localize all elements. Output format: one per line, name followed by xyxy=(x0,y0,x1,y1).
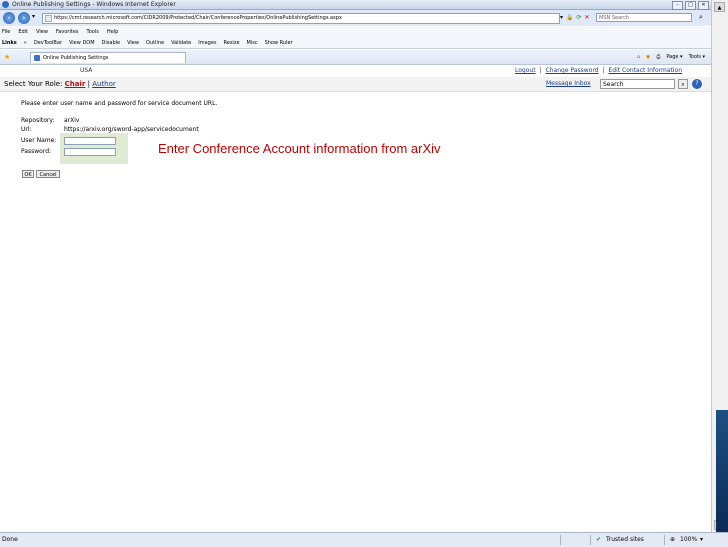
tab-title: Online Publishing Settings xyxy=(43,55,109,61)
links-bar: Links » DevToolBar View DOM Disable View… xyxy=(0,38,711,49)
status-divider xyxy=(664,535,665,545)
favicon-icon xyxy=(34,55,40,61)
link-images[interactable]: Images xyxy=(198,38,216,48)
desktop-background xyxy=(716,410,728,532)
status-bar: Done ✔ Trusted sites ⊕ 100% ▾ xyxy=(0,532,728,547)
role-bar: Select Your Role: Chair | Author Message… xyxy=(0,77,711,92)
stop-icon[interactable]: ✕ xyxy=(585,13,590,22)
menu-help[interactable]: Help xyxy=(107,27,118,38)
link-validate[interactable]: Validate xyxy=(171,38,191,48)
message-inbox-link[interactable]: Message Inbox xyxy=(546,80,591,88)
location-text: USA xyxy=(80,67,93,74)
role-chair-link[interactable]: Chair xyxy=(65,80,86,88)
zoom-dropdown-icon[interactable]: ▾ xyxy=(700,536,703,544)
forward-arrow-icon[interactable]: › xyxy=(18,12,30,24)
home-icon[interactable]: ⌂ xyxy=(637,52,640,62)
feeds-icon[interactable]: ◉ xyxy=(646,52,650,62)
username-label: User Name: xyxy=(21,137,57,144)
link-outline[interactable]: Outline xyxy=(146,38,164,48)
link-view-dom[interactable]: View DOM xyxy=(69,38,95,48)
instructions-text: Please enter user name and password for … xyxy=(21,100,218,107)
tab-row: ★ Online Publishing Settings ⌂ ◉ ⎙ Page … xyxy=(0,50,711,65)
separator: | xyxy=(539,67,542,74)
address-url: https://cmt.research.microsoft.com/CIDR2… xyxy=(54,15,342,21)
links-chevron-icon[interactable]: » xyxy=(24,38,27,48)
menu-favorites[interactable]: Favorites xyxy=(56,27,79,38)
address-toolbar: ‹ › ▾ https://cmt.research.microsoft.com… xyxy=(0,10,711,26)
menu-file[interactable]: File xyxy=(2,27,10,38)
search-icon[interactable]: ⌕ xyxy=(696,13,706,22)
zoom-level[interactable]: 100% xyxy=(680,536,697,544)
ie-logo-icon xyxy=(2,1,9,8)
tools-menu-button[interactable]: Tools ▾ xyxy=(689,52,705,62)
trusted-sites-icon: ✔ xyxy=(596,536,602,543)
close-icon[interactable]: ✕ xyxy=(698,1,709,10)
page-icon xyxy=(45,15,52,22)
title-bar: Online Publishing Settings - Windows Int… xyxy=(0,0,711,10)
minimize-icon[interactable]: – xyxy=(672,1,683,10)
role-label: Select Your Role: xyxy=(4,80,63,88)
role-author-link[interactable]: Author xyxy=(92,80,116,88)
maximize-icon[interactable]: □ xyxy=(685,1,696,10)
scroll-up-icon[interactable]: ▲ xyxy=(714,2,725,12)
account-links: Logout | Change Password | Edit Contact … xyxy=(515,67,682,75)
logout-link[interactable]: Logout xyxy=(515,67,536,75)
status-text: Done xyxy=(2,536,18,543)
status-divider xyxy=(590,535,591,545)
tools-menu-label: Tools xyxy=(688,54,701,60)
refresh-icon[interactable]: ⟳ xyxy=(577,13,582,22)
favorites-star-icon[interactable]: ★ xyxy=(4,52,10,63)
history-dropdown-icon[interactable]: ▾ xyxy=(32,13,35,20)
site-search-input[interactable]: Search xyxy=(600,79,675,89)
link-misc[interactable]: Misc xyxy=(247,38,258,48)
change-password-link[interactable]: Change Password xyxy=(546,67,599,75)
link-view[interactable]: View xyxy=(127,38,139,48)
window-title: Online Publishing Settings - Windows Int… xyxy=(12,1,176,8)
link-disable[interactable]: Disable xyxy=(102,38,121,48)
menu-tools[interactable]: Tools xyxy=(87,27,99,38)
back-arrow-icon[interactable]: ‹ xyxy=(3,12,15,24)
lock-icon[interactable]: 🔒 xyxy=(566,13,573,22)
cancel-button[interactable]: Cancel xyxy=(36,170,60,178)
password-input[interactable] xyxy=(64,148,116,156)
menu-edit[interactable]: Edit xyxy=(18,27,28,38)
menu-bar: File Edit View Favorites Tools Help xyxy=(0,27,711,38)
repository-label: Repository: xyxy=(21,117,55,124)
status-divider xyxy=(560,535,561,545)
search-input[interactable]: MSN Search xyxy=(596,13,692,22)
address-icons: ▾ 🔒 ⟳ ✕ xyxy=(560,13,590,22)
link-resize[interactable]: Resize xyxy=(224,38,240,48)
separator: | xyxy=(602,67,605,74)
tab-online-publishing-settings[interactable]: Online Publishing Settings xyxy=(30,52,186,63)
edit-contact-link[interactable]: Edit Contact Information xyxy=(609,67,683,75)
username-input[interactable] xyxy=(64,137,116,145)
role-selector: Select Your Role: Chair | Author xyxy=(4,80,116,88)
window-controls: – □ ✕ xyxy=(672,1,709,10)
site-search-icon[interactable]: ⌕ xyxy=(678,79,688,89)
command-bar: ⌂ ◉ ⎙ Page ▾ Tools ▾ xyxy=(637,52,705,62)
address-bar[interactable]: https://cmt.research.microsoft.com/CIDR2… xyxy=(42,13,560,24)
ok-button[interactable]: OK xyxy=(22,170,34,178)
print-icon[interactable]: ⎙ xyxy=(656,52,660,62)
url-label: Url: xyxy=(21,126,32,133)
annotation-text: Enter Conference Account information fro… xyxy=(158,141,441,156)
link-devtoolbar[interactable]: DevToolBar xyxy=(34,38,62,48)
security-zone-text: Trusted sites xyxy=(606,536,644,543)
page-menu-button[interactable]: Page ▾ xyxy=(666,52,682,62)
link-show-ruler[interactable]: Show Ruler xyxy=(265,38,293,48)
help-icon[interactable]: ? xyxy=(692,79,702,89)
zoom-icon[interactable]: ⊕ xyxy=(670,536,675,544)
links-label: Links xyxy=(2,40,17,46)
page-menu-label: Page xyxy=(666,54,679,60)
repository-value: arXiv xyxy=(64,117,80,124)
menu-view[interactable]: View xyxy=(36,27,48,38)
dropdown-arrow-icon[interactable]: ▾ xyxy=(560,13,563,22)
role-separator: | xyxy=(87,80,90,88)
password-label: Password: xyxy=(21,148,52,155)
